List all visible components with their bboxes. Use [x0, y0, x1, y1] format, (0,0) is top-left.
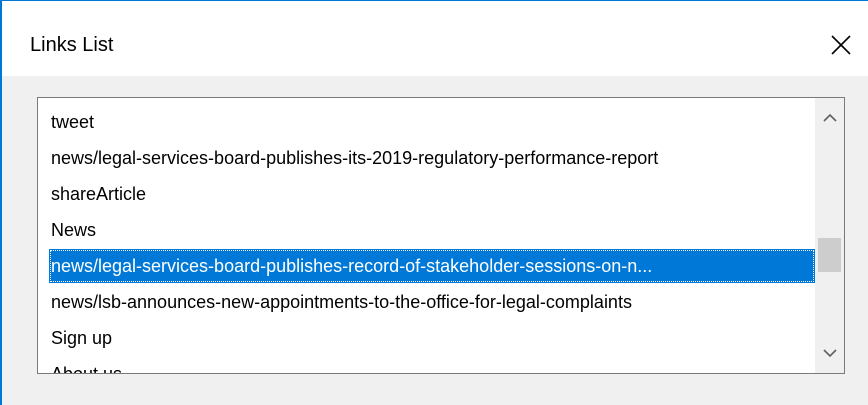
- chevron-down-icon: [822, 349, 837, 358]
- list-item[interactable]: shareArticle: [38, 176, 815, 212]
- vertical-scrollbar[interactable]: [815, 98, 844, 373]
- list-item[interactable]: news/lsb-announces-new-appointments-to-t…: [38, 284, 815, 320]
- scroll-up-button[interactable]: [815, 100, 844, 136]
- list-item[interactable]: news/legal-services-board-publishes-its-…: [38, 140, 815, 176]
- links-list: tweet news/legal-services-board-publishe…: [38, 104, 815, 373]
- list-item[interactable]: Sign up: [38, 320, 815, 356]
- title-bar: Links List: [2, 1, 868, 76]
- list-item[interactable]: tweet: [38, 104, 815, 140]
- close-button[interactable]: [814, 23, 868, 67]
- chevron-up-icon: [822, 113, 837, 122]
- dialog-title: Links List: [30, 34, 114, 56]
- list-item[interactable]: News: [38, 212, 815, 248]
- links-list-dialog: Links List tweet news/legal-services-boa…: [0, 0, 868, 405]
- close-icon: [831, 35, 851, 55]
- scrollbar-thumb[interactable]: [818, 238, 841, 272]
- links-listbox[interactable]: tweet news/legal-services-board-publishe…: [37, 97, 845, 374]
- list-item[interactable]: About us: [38, 356, 815, 373]
- scroll-down-button[interactable]: [815, 335, 844, 371]
- list-item-selected[interactable]: news/legal-services-board-publishes-reco…: [49, 249, 815, 283]
